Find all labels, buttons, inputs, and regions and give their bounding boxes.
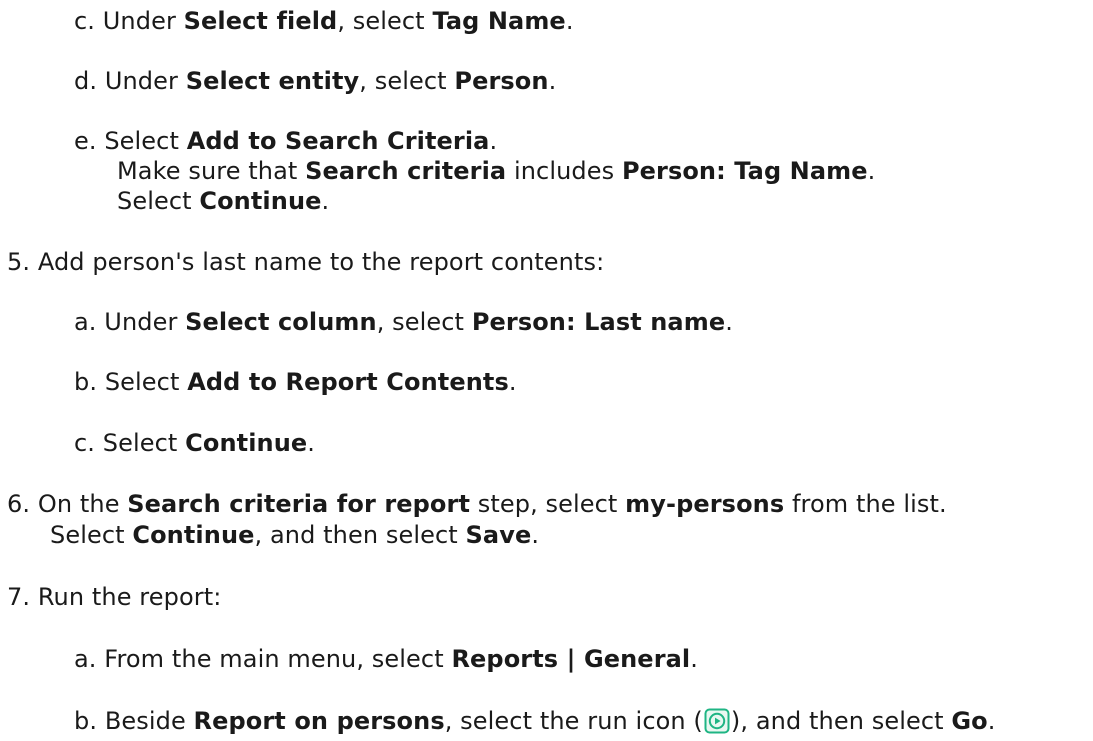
text: Select: [117, 187, 200, 215]
step-4e-line-3: Select Continue.: [117, 185, 329, 217]
step-6: 6. On the Search criteria for report ste…: [7, 488, 947, 520]
step-7: 7. Run the report:: [7, 581, 221, 613]
ui-term: Go: [951, 707, 988, 735]
list-marker: a.: [74, 308, 97, 336]
text: Under: [104, 67, 186, 95]
step-5c: c. Select Continue.: [74, 427, 315, 459]
text: .: [508, 368, 517, 396]
text: .: [690, 645, 698, 673]
ui-term: Person: Last name: [471, 308, 726, 336]
ui-term: Add to Report Contents: [187, 368, 509, 396]
text: Select: [102, 429, 186, 457]
text: .: [867, 157, 876, 185]
text: Select: [104, 127, 187, 155]
text: , select: [337, 7, 433, 35]
ui-term: Person: Tag Name: [621, 157, 868, 185]
text: Under: [104, 308, 186, 336]
list-marker: c.: [74, 7, 96, 35]
step-7a: a. From the main menu, select Reports | …: [74, 643, 698, 675]
text: .: [725, 308, 733, 336]
step-5a: a. Under Select column, select Person: L…: [74, 306, 733, 338]
ui-term: Continue: [185, 429, 308, 457]
ui-term: Person: [454, 67, 549, 95]
text: Under: [102, 7, 184, 35]
text: , select the run icon (: [444, 707, 703, 735]
ui-term: Tag Name: [432, 7, 566, 35]
text: .: [307, 429, 316, 457]
step-5b: b. Select Add to Report Contents.: [74, 366, 517, 398]
text: from the list.: [784, 490, 947, 518]
ui-term: my-persons: [625, 490, 785, 518]
text: Make sure that: [117, 157, 306, 185]
text: .: [531, 521, 540, 549]
ui-term: Add to Search Criteria: [186, 127, 490, 155]
text: On the: [37, 490, 128, 518]
text: .: [565, 7, 574, 35]
list-marker: e.: [74, 127, 97, 155]
list-marker: b.: [74, 707, 98, 735]
list-marker: c.: [74, 429, 96, 457]
list-marker: b.: [74, 368, 98, 396]
ui-term: Continue: [199, 187, 322, 215]
list-marker: 7.: [7, 583, 31, 611]
text: Add person's last name to the report con…: [37, 248, 605, 276]
step-7b: b. Beside Report on persons, select the …: [74, 705, 996, 737]
list-marker: 5.: [7, 248, 31, 276]
text: , and then select: [254, 521, 466, 549]
step-4e-line-2: Make sure that Search criteria includes …: [117, 155, 875, 187]
step-4d: d. Under Select entity, select Person.: [74, 65, 556, 97]
ui-term: Select field: [183, 7, 338, 35]
text: .: [489, 127, 498, 155]
step-4c: c. Under Select field, select Tag Name.: [74, 5, 574, 37]
text: .: [548, 67, 557, 95]
ui-term: Select entity: [185, 67, 360, 95]
ui-term: Save: [465, 521, 532, 549]
step-5: 5. Add person's last name to the report …: [7, 246, 604, 278]
text: Select: [50, 521, 133, 549]
ui-term: Continue: [132, 521, 255, 549]
ui-term: Search criteria for report: [127, 490, 471, 518]
ui-term: Reports | General: [451, 645, 691, 673]
step-4e: e. Select Add to Search Criteria.: [74, 125, 497, 157]
text: Run the report:: [37, 583, 222, 611]
ui-term: Select column: [185, 308, 377, 336]
text: step, select: [470, 490, 626, 518]
text: From the main menu, select: [104, 645, 452, 673]
ui-term: Search criteria: [305, 157, 507, 185]
text: , select: [359, 67, 455, 95]
play-circle-icon: [704, 708, 730, 734]
step-6-line-2: Select Continue, and then select Save.: [50, 519, 539, 551]
text: ), and then select: [730, 707, 952, 735]
text: includes: [506, 157, 622, 185]
text: Beside: [104, 707, 194, 735]
text: .: [321, 187, 330, 215]
ui-term: Report on persons: [193, 707, 445, 735]
list-marker: a.: [74, 645, 97, 673]
list-marker: 6.: [7, 490, 31, 518]
text: , select: [376, 308, 472, 336]
text: .: [987, 707, 996, 735]
list-marker: d.: [74, 67, 98, 95]
text: Select: [104, 368, 188, 396]
